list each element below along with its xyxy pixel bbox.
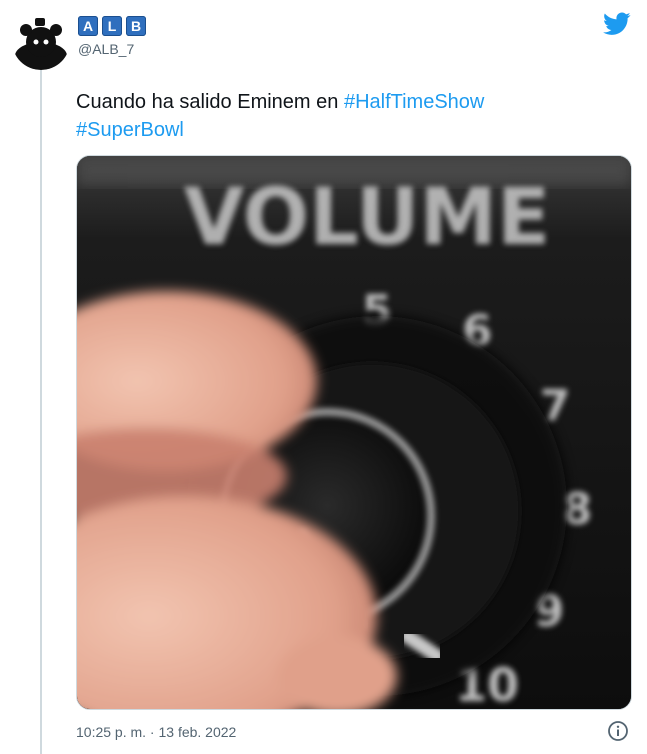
badge-letter: A [78, 16, 98, 36]
tweet-timestamp[interactable]: 10:25 p. m. · 13 feb. 2022 [76, 724, 236, 740]
badge-letter: B [126, 16, 146, 36]
tweet-text-body: Cuando ha salido Eminem en [76, 91, 344, 113]
thread-line [40, 68, 42, 754]
user-badges[interactable]: A L B [78, 16, 146, 36]
info-icon[interactable] [607, 720, 629, 742]
tweet-card: A L B @ALB_7 Cuando ha salido Eminem en … [0, 0, 647, 754]
badge-letter: L [102, 16, 122, 36]
twitter-bird-icon[interactable] [603, 12, 631, 36]
hashtag-link[interactable]: #SuperBowl [76, 119, 184, 141]
avatar[interactable] [12, 12, 70, 70]
avatar-image [12, 12, 70, 70]
volume-label: VOLUME [184, 173, 550, 263]
volume-knob-image: VOLUME 5 6 7 8 9 10 [77, 156, 631, 709]
hashtag-link[interactable]: #HalfTimeShow [344, 91, 484, 113]
tweet-media-image[interactable]: VOLUME 5 6 7 8 9 10 [76, 155, 632, 710]
tweet-text: Cuando ha salido Eminem en #HalfTimeShow… [76, 88, 596, 144]
user-handle[interactable]: @ALB_7 [78, 41, 134, 57]
